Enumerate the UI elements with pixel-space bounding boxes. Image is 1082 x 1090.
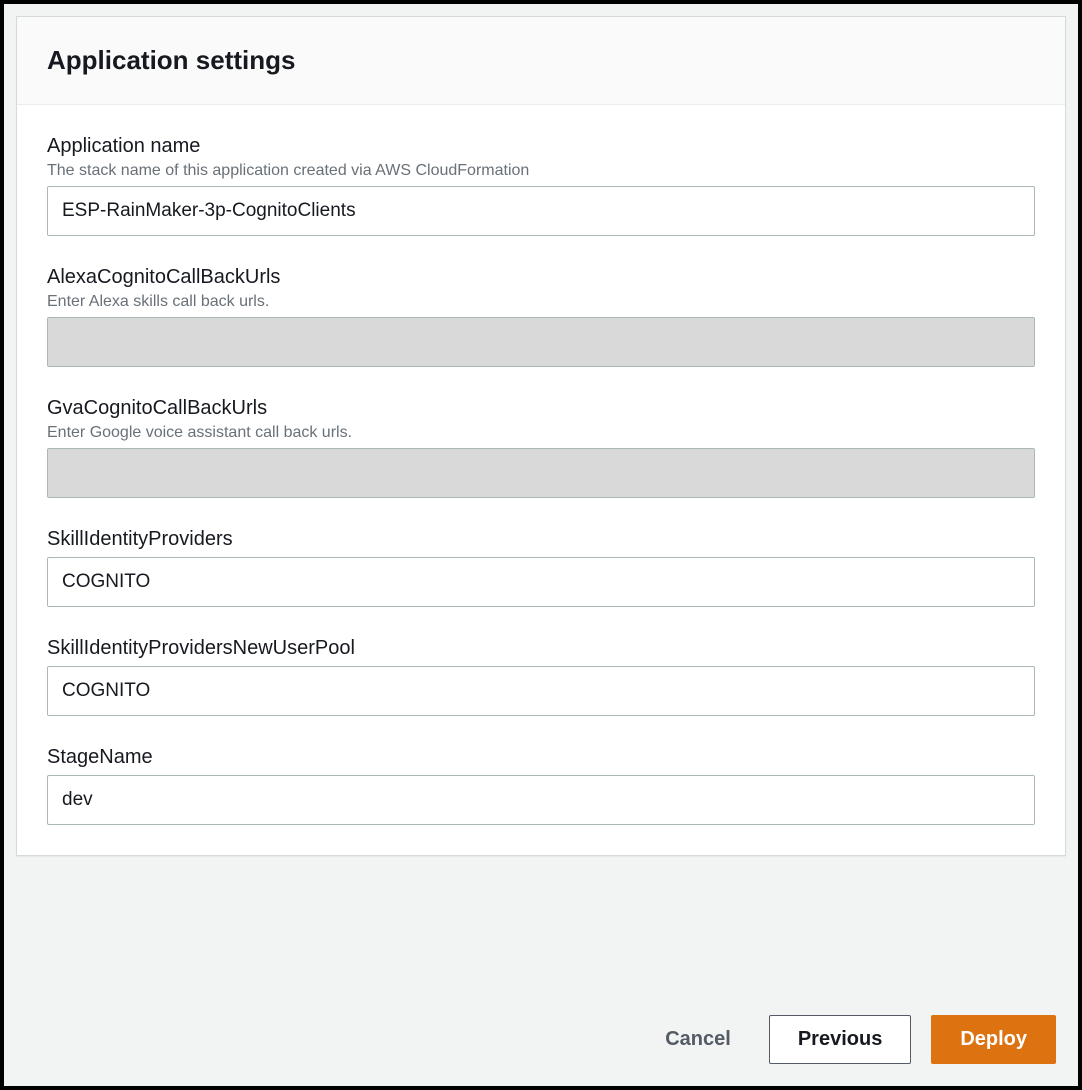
skill-identity-providers-new-input[interactable] (47, 666, 1035, 716)
application-name-hint: The stack name of this application creat… (47, 162, 1035, 180)
field-gva-callback: GvaCognitoCallBackUrls Enter Google voic… (47, 397, 1035, 498)
field-skill-identity-providers-new: SkillIdentityProvidersNewUserPool (47, 637, 1035, 716)
previous-button[interactable]: Previous (769, 1015, 911, 1064)
gva-callback-label: GvaCognitoCallBackUrls (47, 397, 1035, 420)
panel-body: Application name The stack name of this … (17, 105, 1065, 855)
footer-actions: Cancel Previous Deploy (16, 985, 1066, 1074)
application-name-input[interactable] (47, 186, 1035, 236)
application-name-label: Application name (47, 135, 1035, 158)
panel-title: Application settings (47, 45, 1035, 76)
field-stage-name: StageName (47, 746, 1035, 825)
cancel-button[interactable]: Cancel (647, 1016, 749, 1063)
skill-identity-providers-label: SkillIdentityProviders (47, 528, 1035, 551)
stage-name-label: StageName (47, 746, 1035, 769)
alexa-callback-label: AlexaCognitoCallBackUrls (47, 266, 1035, 289)
stage-name-input[interactable] (47, 775, 1035, 825)
application-settings-panel: Application settings Application name Th… (16, 16, 1066, 856)
gva-callback-hint: Enter Google voice assistant call back u… (47, 424, 1035, 442)
gva-callback-input[interactable] (47, 448, 1035, 498)
skill-identity-providers-input[interactable] (47, 557, 1035, 607)
deploy-button[interactable]: Deploy (931, 1015, 1056, 1064)
alexa-callback-hint: Enter Alexa skills call back urls. (47, 293, 1035, 311)
alexa-callback-input[interactable] (47, 317, 1035, 367)
panel-header: Application settings (17, 17, 1065, 105)
field-application-name: Application name The stack name of this … (47, 135, 1035, 236)
field-alexa-callback: AlexaCognitoCallBackUrls Enter Alexa ski… (47, 266, 1035, 367)
field-skill-identity-providers: SkillIdentityProviders (47, 528, 1035, 607)
skill-identity-providers-new-label: SkillIdentityProvidersNewUserPool (47, 637, 1035, 660)
